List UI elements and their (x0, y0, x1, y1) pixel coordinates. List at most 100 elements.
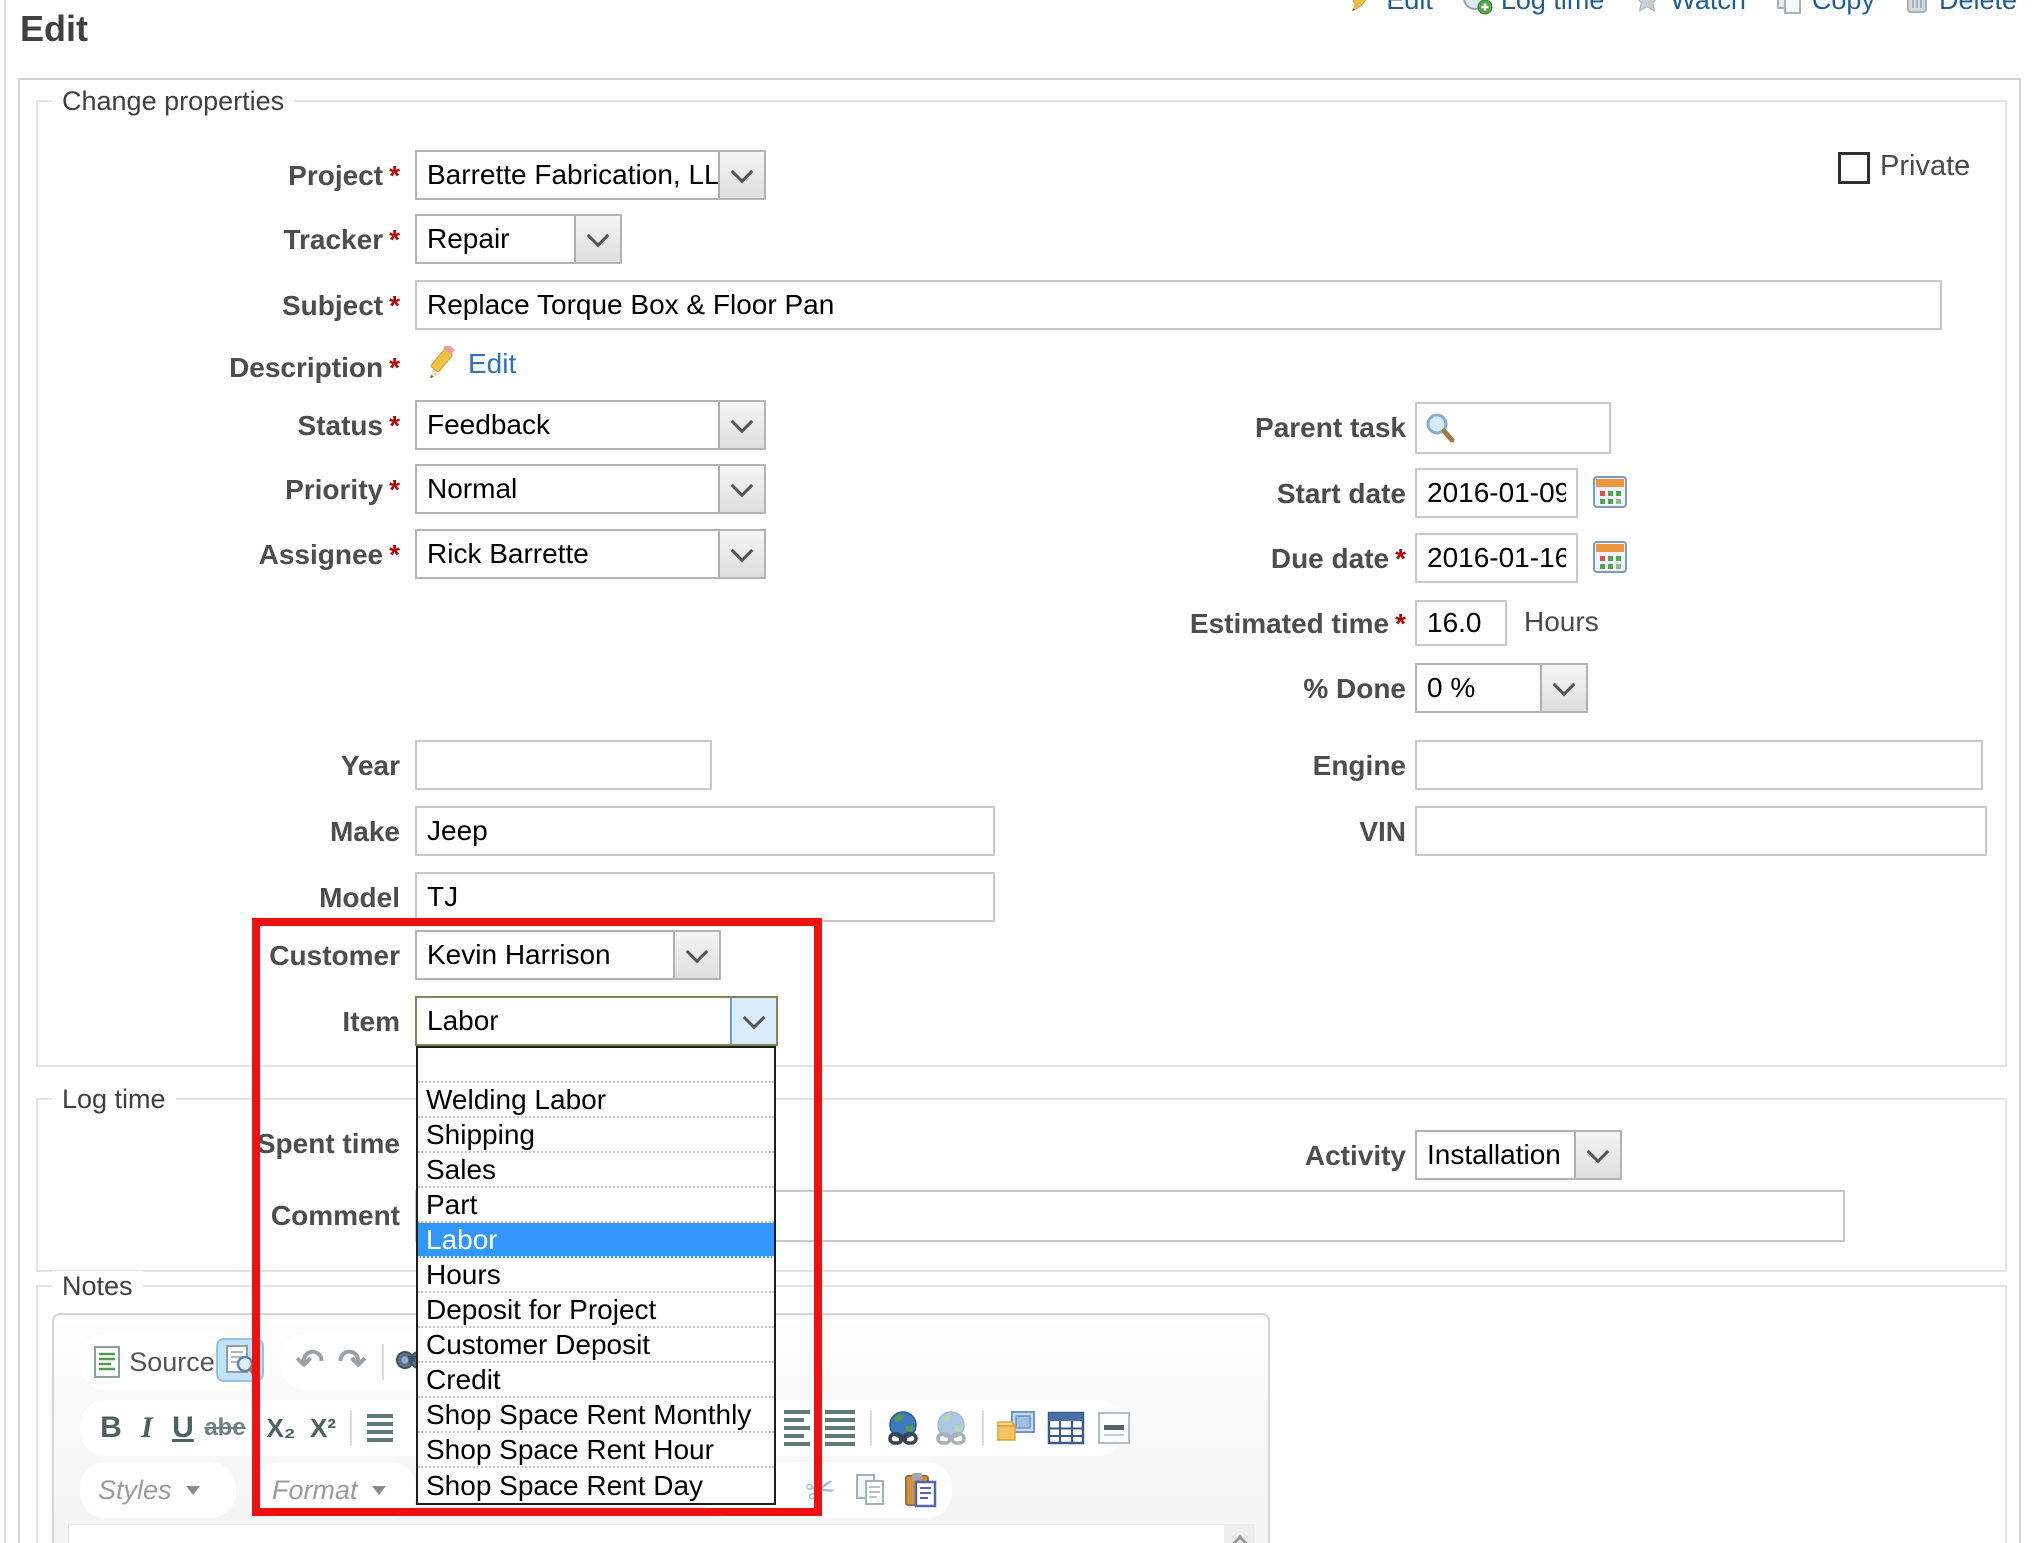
item-select[interactable]: Labor (415, 996, 778, 1046)
item-option-selected[interactable]: Labor (418, 1223, 774, 1258)
chevron-down-icon (673, 932, 719, 978)
subscript-icon[interactable]: X₂ (260, 1400, 302, 1456)
parent-task-label: Parent task (1000, 412, 1406, 444)
model-label: Model (60, 882, 400, 914)
undo-icon[interactable]: ↶ (290, 1334, 330, 1390)
activity-select[interactable]: Installation (1415, 1130, 1622, 1180)
preview-button[interactable] (216, 1338, 264, 1382)
make-label: Make (60, 816, 400, 848)
vin-input[interactable] (1415, 806, 1987, 856)
private-checkbox[interactable] (1838, 152, 1870, 184)
chevron-down-icon (372, 1486, 386, 1495)
source-button[interactable]: Source (124, 1334, 220, 1390)
chevron-down-icon (1574, 1132, 1620, 1178)
redo-icon[interactable]: ↷ (332, 1334, 372, 1390)
engine-input[interactable] (1415, 740, 1983, 790)
item-option[interactable]: Welding Labor (418, 1083, 774, 1118)
item-option[interactable]: Credit (418, 1363, 774, 1398)
start-date-input[interactable] (1415, 468, 1578, 518)
format-dropdown[interactable]: Format (254, 1462, 416, 1518)
customer-select[interactable]: Kevin Harrison (415, 930, 721, 980)
year-label: Year (60, 750, 400, 782)
star-icon (1632, 0, 1662, 15)
project-select[interactable]: Barrette Fabrication, LLC (415, 150, 766, 200)
assignee-select[interactable]: Rick Barrette (415, 529, 766, 579)
log-time-link[interactable]: Log time (1461, 0, 1605, 16)
horizontal-rule-icon[interactable] (1092, 1400, 1136, 1456)
model-input[interactable] (415, 872, 995, 922)
item-option[interactable]: Shop Space Rent Hour (418, 1433, 774, 1468)
item-option[interactable]: Part (418, 1188, 774, 1223)
item-dropdown-list: Welding Labor Shipping Sales Part Labor … (416, 1046, 776, 1505)
styles-dropdown[interactable]: Styles (80, 1462, 236, 1518)
percent-done-select[interactable]: 0 % (1415, 663, 1588, 713)
copy-link[interactable]: Copy (1774, 0, 1875, 16)
status-select[interactable]: Feedback (415, 400, 766, 450)
due-date-input[interactable] (1415, 533, 1578, 583)
customer-label: Customer (60, 940, 400, 972)
page-left-border (4, 0, 6, 1543)
align-left-icon[interactable] (780, 1400, 814, 1456)
justify-block-icon[interactable] (820, 1400, 860, 1456)
status-label: Status* (60, 410, 400, 442)
strikethrough-icon[interactable]: abe (202, 1400, 248, 1456)
chevron-down-icon (574, 216, 620, 262)
comment-label: Comment (60, 1200, 400, 1232)
scroll-up-icon[interactable] (1230, 1535, 1250, 1543)
item-option[interactable]: Customer Deposit (418, 1328, 774, 1363)
item-option[interactable]: Shop Space Rent Day (418, 1468, 774, 1503)
chevron-down-icon (730, 998, 776, 1044)
private-label: Private (1880, 150, 1970, 183)
make-input[interactable] (415, 806, 995, 856)
paste-icon[interactable] (898, 1462, 944, 1518)
description-edit-link[interactable]: Edit (468, 348, 516, 380)
unlink-icon[interactable] (928, 1400, 974, 1456)
chevron-down-icon (718, 531, 764, 577)
page-title: Edit (20, 8, 88, 50)
image-icon[interactable] (992, 1400, 1040, 1456)
table-icon[interactable] (1042, 1400, 1090, 1456)
item-option[interactable]: Deposit for Project (418, 1293, 774, 1328)
log-time-legend: Log time (52, 1084, 176, 1115)
notes-textarea[interactable] (68, 1524, 1226, 1543)
subject-input[interactable] (415, 280, 1942, 330)
link-icon[interactable] (880, 1400, 926, 1456)
cut-icon[interactable]: ✂ (798, 1462, 844, 1518)
estimated-time-unit: Hours (1524, 606, 1599, 638)
watch-link[interactable]: Watch (1632, 0, 1746, 16)
priority-label: Priority* (60, 474, 400, 506)
description-label: Description* (60, 352, 400, 384)
item-option[interactable]: Shop Space Rent Monthly (418, 1398, 774, 1433)
change-properties-legend: Change properties (52, 86, 294, 117)
estimated-time-label: Estimated time* (1000, 608, 1406, 640)
contextual-actions: Edit Log time Watch Copy Delete (1348, 0, 2017, 16)
priority-select[interactable]: Normal (415, 464, 766, 514)
percent-done-label: % Done (1000, 673, 1406, 705)
editor-scrollbar[interactable] (1224, 1524, 1255, 1543)
bold-icon[interactable]: B (94, 1400, 128, 1456)
search-icon (1424, 412, 1456, 444)
year-input[interactable] (415, 740, 712, 790)
underline-icon[interactable]: U (166, 1400, 200, 1456)
vin-label: VIN (1000, 816, 1406, 848)
calendar-icon[interactable] (1592, 539, 1628, 575)
notes-legend: Notes (52, 1271, 143, 1302)
chevron-down-icon (718, 466, 764, 512)
item-option[interactable]: Hours (418, 1258, 774, 1293)
edit-link[interactable]: Edit (1348, 0, 1433, 16)
copy-icon[interactable] (848, 1462, 894, 1518)
item-option[interactable] (418, 1048, 774, 1083)
project-label: Project* (60, 160, 400, 192)
calendar-icon[interactable] (1592, 474, 1628, 510)
subject-label: Subject* (60, 290, 400, 322)
italic-icon[interactable]: I (130, 1400, 164, 1456)
tracker-select[interactable]: Repair (415, 214, 622, 264)
delete-link[interactable]: Delete (1903, 0, 2017, 16)
numbered-list-icon[interactable] (360, 1400, 400, 1456)
pencil-icon (1348, 0, 1378, 15)
estimated-time-input[interactable] (1415, 600, 1507, 646)
item-option[interactable]: Sales (418, 1153, 774, 1188)
assignee-label: Assignee* (60, 539, 400, 571)
superscript-icon[interactable]: X² (302, 1400, 344, 1456)
item-option[interactable]: Shipping (418, 1118, 774, 1153)
